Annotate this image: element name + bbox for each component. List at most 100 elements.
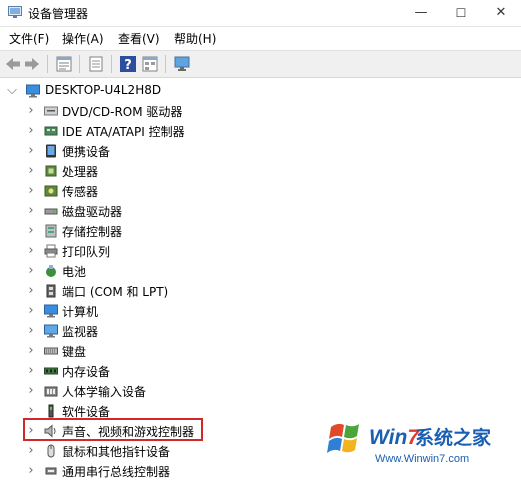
tree-item-label: 计算机 [62,305,99,319]
minimize-button[interactable]: — [401,0,441,26]
watermark-brand-cn: 系统之家 [415,426,492,449]
chevron-right-icon[interactable]: › [25,181,37,201]
chevron-right-icon[interactable]: › [25,201,37,221]
hid-icon [44,386,58,397]
toolbar-separator [165,55,166,73]
svg-text:?: ? [124,58,132,73]
chevron-down-icon[interactable]: ⌵ [6,81,18,101]
tree-item-label: IDE ATA/ATAPI 控制器 [62,125,185,139]
disk-drive-icon [44,208,58,215]
chevron-right-icon[interactable]: › [25,261,37,281]
menu-action[interactable]: 操作(A) [62,30,104,47]
watermark-url: Www.Winwin7.com [375,453,469,465]
tree-item[interactable]: › 便携设备 [0,141,521,161]
portable-device-icon [46,144,56,158]
chevron-right-icon[interactable]: › [25,321,37,341]
tree-item-label: 监视器 [62,325,99,339]
keyboard-icon [44,347,58,355]
tree-item-label: 打印队列 [62,245,111,259]
tree-item-label: 磁盘驱动器 [62,205,123,219]
tree-item-label: 便携设备 [62,145,111,159]
tree-item[interactable]: › DVD/CD-ROM 驱动器 [0,101,521,121]
tree-item[interactable]: › 存储控制器 [0,221,521,241]
chevron-right-icon[interactable]: › [25,241,37,261]
chevron-right-icon[interactable]: › [25,361,37,381]
cpu-icon [45,165,57,177]
chevron-right-icon[interactable]: › [25,281,37,301]
chevron-right-icon[interactable]: › [25,101,37,121]
windows-flag-icon [327,423,359,453]
usb-icon [45,467,57,475]
computer-name-label: DESKTOP-U4L2H8D [45,83,162,97]
forward-icon[interactable] [23,55,41,73]
tree-item[interactable]: › 内存设备 [0,361,521,381]
menu-file[interactable]: 文件(F) [9,30,49,47]
menu-bar: 文件(F) 操作(A) 查看(V) 帮助(H) [0,27,521,49]
tree-item[interactable]: › 处理器 [0,161,521,181]
tree-item-label: DVD/CD-ROM 驱动器 [62,105,183,119]
tree-item[interactable]: › 监视器 [0,321,521,341]
tree-item-label: 电池 [62,265,87,279]
tree-item[interactable]: › IDE ATA/ATAPI 控制器 [0,121,521,141]
mouse-icon [47,444,55,458]
back-icon[interactable] [4,55,22,73]
chevron-right-icon[interactable]: › [25,341,37,361]
view-icon[interactable] [141,55,159,73]
close-button[interactable]: ✕ [481,0,521,26]
battery-icon [46,265,56,277]
tree-item[interactable]: › 电池 [0,261,521,281]
chevron-right-icon[interactable]: › [25,301,37,321]
tree-item[interactable]: › 打印队列 [0,241,521,261]
tree-item[interactable]: › 传感器 [0,181,521,201]
chevron-right-icon[interactable]: › [25,141,37,161]
tree-item-label: 存储控制器 [62,225,123,239]
chevron-right-icon[interactable]: › [25,381,37,401]
computer-root-icon [26,84,40,98]
software-device-icon [48,404,54,418]
toolbar-separator [47,55,48,73]
tree-item-label: 鼠标和其他指针设备 [62,445,171,459]
help-icon[interactable]: ? [119,55,137,73]
chevron-right-icon[interactable]: › [25,221,37,241]
printer-icon [44,244,58,258]
highlight-frame [23,418,203,441]
tree-item-label: 通用串行总线控制器 [62,465,171,479]
chevron-right-icon[interactable]: › [25,461,37,481]
properties-icon[interactable] [55,55,73,73]
tree-item[interactable]: › 人体学输入设备 [0,381,521,401]
device-manager-icon [8,6,22,18]
toolbar: ? [0,50,521,78]
tree-item[interactable]: › 键盘 [0,341,521,361]
window-title: 设备管理器 [28,7,89,21]
winwin7-watermark-logo: Win7 系统之家 Www.Winwin7.com [327,423,492,465]
computer-icon [44,304,58,318]
tree-root[interactable]: ⌵ DESKTOP-U4L2H8D [0,81,521,101]
tree-item[interactable]: › 端口 (COM 和 LPT) [0,281,521,301]
chevron-right-icon[interactable]: › [25,441,37,461]
toolbar-separator [111,55,112,73]
chevron-right-icon[interactable]: › [25,121,37,141]
ide-controller-icon [44,126,58,136]
tree-item-label: 端口 (COM 和 LPT) [62,285,169,299]
watermark-brand: Win7 [369,426,420,449]
title-bar: 设备管理器 — ☐ ✕ [0,0,521,27]
port-icon [46,284,56,298]
monitor-icon [44,324,58,338]
tree-item-label: 传感器 [62,185,99,199]
maximize-button[interactable]: ☐ [441,0,481,26]
menu-view[interactable]: 查看(V) [118,30,160,47]
tree-item-label: 键盘 [62,345,87,359]
tree-item-label: 处理器 [62,165,99,179]
tree-item[interactable]: › 计算机 [0,301,521,321]
tree-item[interactable]: › 磁盘驱动器 [0,201,521,221]
sensor-icon [44,185,58,197]
update-driver-icon[interactable] [87,55,105,73]
storage-controller-icon [45,224,57,238]
menu-help[interactable]: 帮助(H) [174,30,216,47]
tree-item-label: 人体学输入设备 [62,385,147,399]
chevron-right-icon[interactable]: › [25,161,37,181]
memory-icon [44,367,58,375]
monitor-scan-icon[interactable] [173,55,191,73]
dvd-icon [44,106,58,116]
toolbar-separator [79,55,80,73]
